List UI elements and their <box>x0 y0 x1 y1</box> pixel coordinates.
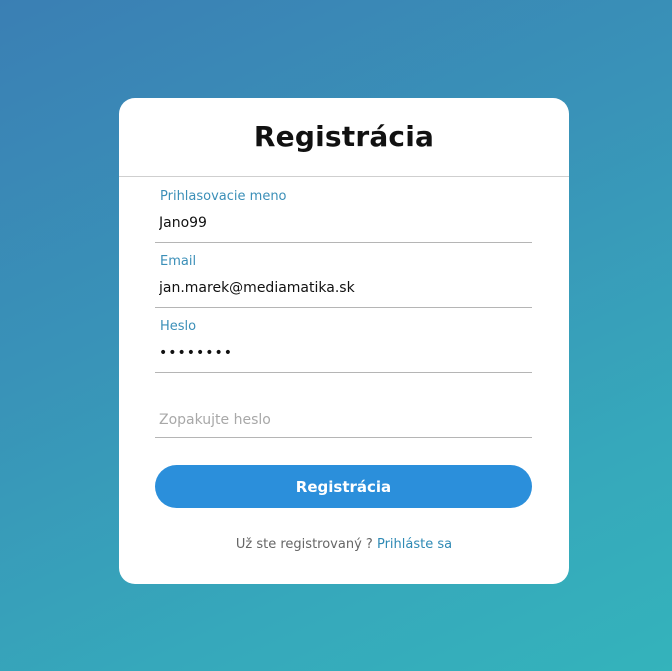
email-input[interactable] <box>159 277 519 299</box>
username-input[interactable] <box>159 212 519 234</box>
login-prompt: Už ste registrovaný ? Prihláste sa <box>119 537 569 552</box>
login-prompt-text: Už ste registrovaný ? <box>235 537 377 552</box>
page-title: Registrácia <box>119 98 569 177</box>
repeat-password-input[interactable] <box>159 409 519 431</box>
password-field[interactable]: Heslo <box>155 307 532 373</box>
password-input[interactable] <box>159 342 519 364</box>
password-label: Heslo <box>160 319 197 334</box>
email-field[interactable]: Email <box>155 242 532 308</box>
repeat-password-field[interactable] <box>155 372 532 438</box>
login-link[interactable]: Prihláste sa <box>377 537 452 552</box>
email-label: Email <box>160 254 197 269</box>
username-label: Prihlasovacie meno <box>160 189 287 204</box>
registration-card: Registrácia Prihlasovacie meno Email Hes… <box>119 98 569 584</box>
register-button[interactable]: Registrácia <box>155 465 532 508</box>
username-field[interactable]: Prihlasovacie meno <box>155 177 532 243</box>
